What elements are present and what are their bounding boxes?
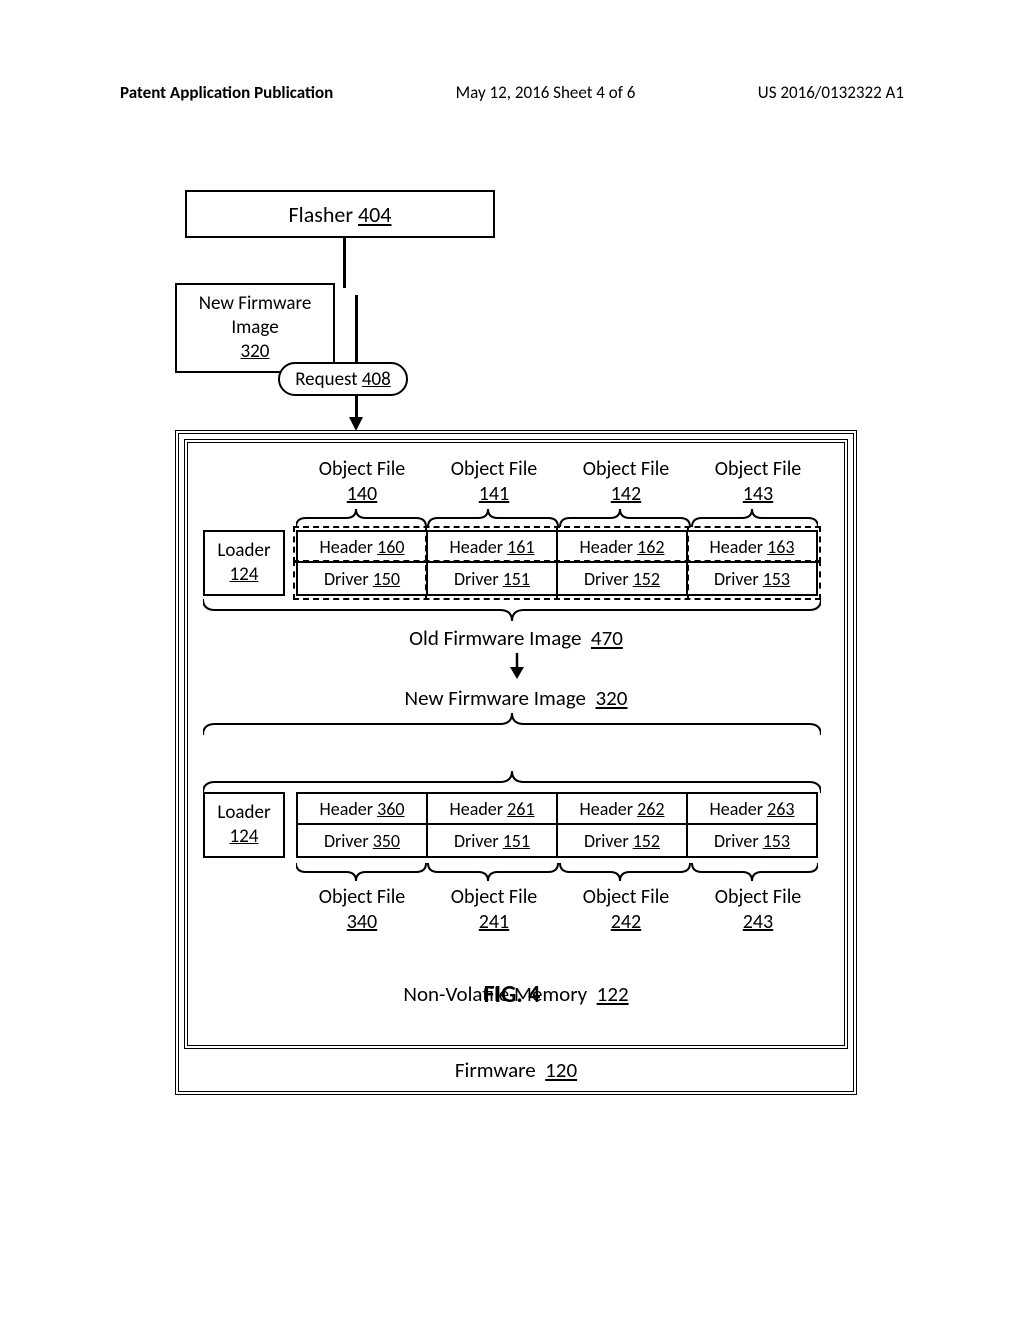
brace-down-icon (203, 713, 821, 735)
header-cell: Header 161 (428, 532, 558, 561)
page-header: Patent Application Publication May 12, 2… (120, 82, 904, 103)
driver-cell: Driver 152 (558, 563, 688, 594)
object-file-label: Object File 143 (692, 457, 824, 507)
flasher-ref: 404 (358, 201, 391, 228)
flasher-label: Flasher (289, 201, 353, 228)
request-ref: 408 (362, 368, 391, 391)
driver-cell: Driver 350 (298, 825, 428, 856)
driver-cell: Driver 153 (688, 563, 816, 594)
table-row: Header 160 Header 161 Header 162 Header … (298, 532, 816, 563)
header-cell: Header 261 (428, 794, 558, 823)
connector-line (343, 238, 346, 288)
new-fw-line1: New Firmware (199, 292, 312, 316)
table-row: Driver 350 Driver 151 Driver 152 Driver … (298, 825, 816, 856)
object-file-label: Object File 141 (428, 457, 560, 507)
object-file-label: Object File 243 (692, 885, 824, 935)
brace-up-icon (296, 863, 818, 881)
driver-cell: Driver 152 (558, 825, 688, 856)
firmware-label: Firmware 120 (184, 1049, 848, 1083)
header-cell: Header 262 (558, 794, 688, 823)
loader-block: Loader 124 (203, 792, 285, 858)
new-fw-ref: 320 (241, 340, 270, 364)
header-cell: Header 163 (688, 532, 816, 561)
publication-number: US 2016/0132322 A1 (758, 82, 904, 103)
header-cell: Header 160 (298, 532, 428, 561)
old-firmware-image-label: Old Firmware Image 470 (188, 625, 844, 651)
connector-line (355, 295, 358, 420)
object-file-label: Object File 242 (560, 885, 692, 935)
header-cell: Header 263 (688, 794, 816, 823)
table-row: Header 360 Header 261 Header 262 Header … (298, 794, 816, 825)
old-firmware-table: Header 160 Header 161 Header 162 Header … (296, 530, 818, 596)
object-file-label: Object File 241 (428, 885, 560, 935)
object-file-label: Object File 140 (296, 457, 428, 507)
header-cell: Header 360 (298, 794, 428, 823)
table-row: Driver 150 Driver 151 Driver 152 Driver … (298, 563, 816, 594)
new-firmware-table: Header 360 Header 261 Header 262 Header … (296, 792, 818, 858)
driver-cell: Driver 150 (298, 563, 428, 594)
arrow-down-icon (510, 653, 524, 679)
brace-down-icon (296, 509, 818, 527)
loader-block: Loader 124 (203, 530, 285, 596)
object-file-labels-bottom: Object File 340 Object File 241 Object F… (296, 885, 836, 935)
driver-cell: Driver 151 (428, 563, 558, 594)
header-cell: Header 162 (558, 532, 688, 561)
driver-cell: Driver 151 (428, 825, 558, 856)
driver-cell: Driver 153 (688, 825, 816, 856)
object-file-label: Object File 142 (560, 457, 692, 507)
object-file-label: Object File 340 (296, 885, 428, 935)
new-firmware-block: New Firmware Image 320 (175, 283, 335, 373)
object-file-labels-top: Object File 140 Object File 141 Object F… (296, 457, 836, 507)
arrow-down-icon (349, 417, 363, 431)
date-sheet: May 12, 2016 Sheet 4 of 6 (456, 82, 636, 103)
request-label: Request (295, 368, 357, 391)
request-oval: Request 408 (278, 362, 408, 396)
new-firmware-image-label: New Firmware Image 320 (188, 685, 844, 711)
brace-down-icon (203, 771, 821, 793)
publication-type: Patent Application Publication (120, 82, 333, 103)
figure-number: FIG. 4 (0, 980, 1024, 1009)
flasher-block: Flasher 404 (185, 190, 495, 238)
nvmem-container: Object File 140 Object File 141 Object F… (184, 439, 848, 1049)
brace-up-icon (203, 599, 821, 621)
new-fw-line2: Image (231, 316, 278, 340)
